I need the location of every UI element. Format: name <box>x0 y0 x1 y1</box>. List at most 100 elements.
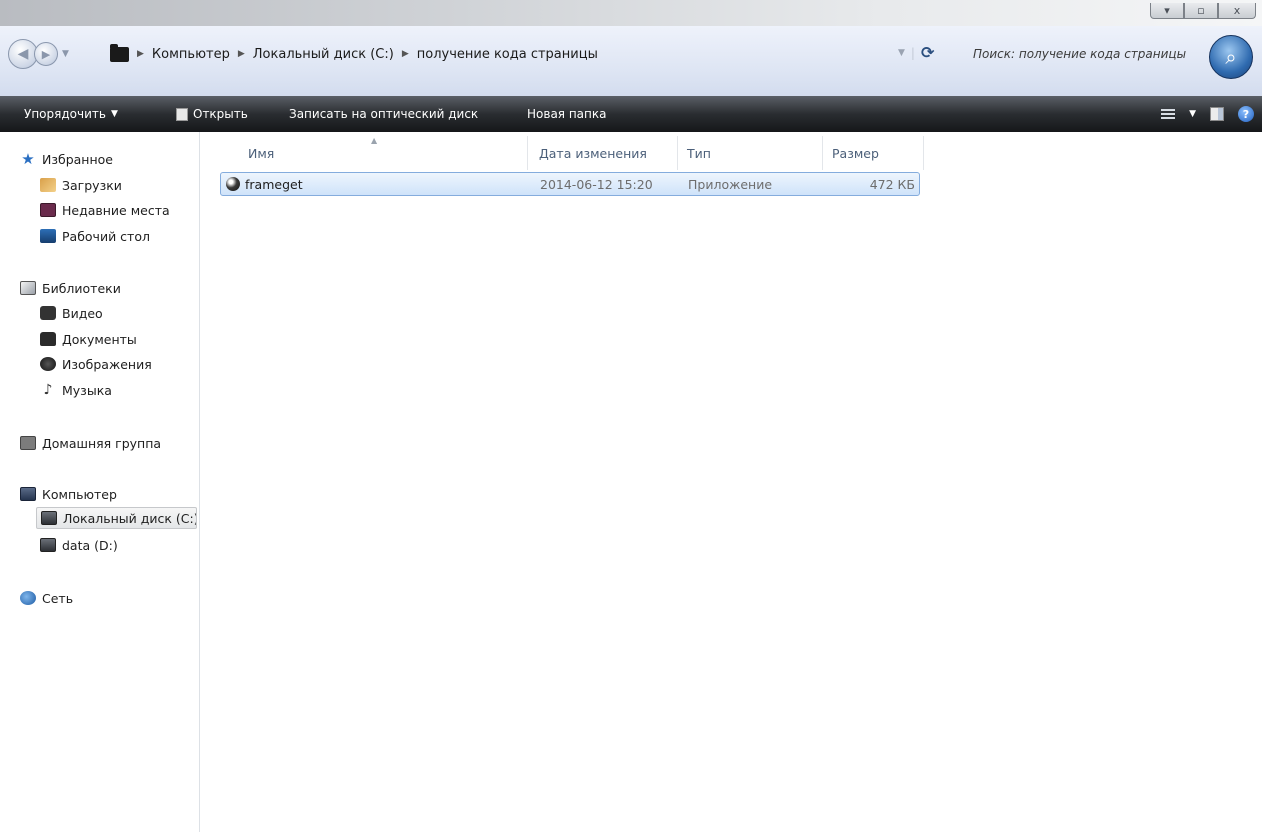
nav-music[interactable]: ♪ Музыка <box>40 379 112 401</box>
column-size-label: Размер <box>832 145 879 161</box>
file-type: Приложение <box>688 176 773 192</box>
breadcrumb-disk-c[interactable]: Локальный диск (C:) <box>253 47 394 62</box>
breadcrumb: ▶ Компьютер ▶ Локальный диск (C:) ▶ полу… <box>110 41 890 67</box>
file-size: 472 КБ <box>869 176 915 192</box>
nav-favorites[interactable]: ★ Избранное <box>20 148 113 170</box>
nav-desktop[interactable]: Рабочий стол <box>40 225 150 247</box>
nav-downloads[interactable]: Загрузки <box>40 174 122 196</box>
column-header-type[interactable]: Тип <box>680 136 823 170</box>
star-icon: ★ <box>21 150 35 168</box>
disk-icon <box>40 538 56 552</box>
file-name: frameget <box>245 176 303 192</box>
column-header-name[interactable]: Имя <box>241 136 528 170</box>
navigation-buttons: ◀ ▶ ▼ <box>8 39 69 69</box>
forward-arrow-icon: ▶ <box>41 47 51 61</box>
nav-video[interactable]: Видео <box>40 302 103 324</box>
views-icon[interactable] <box>1161 109 1176 119</box>
nav-libraries-label: Библиотеки <box>42 280 121 296</box>
nav-disk-d[interactable]: data (D:) <box>40 534 118 556</box>
window-controls: ▾ ▫ x <box>1150 3 1256 19</box>
maximize-button[interactable]: ▫ <box>1184 3 1218 19</box>
title-bar: ▾ ▫ x <box>0 0 1262 26</box>
nav-disk-d-label: data (D:) <box>62 537 118 553</box>
nav-recent[interactable]: Недавние места <box>40 199 170 221</box>
toolbar-right: ▼ ? <box>1161 96 1254 132</box>
address-history-dropdown[interactable]: ▼ <box>898 48 905 58</box>
nav-documents-label: Документы <box>62 331 137 347</box>
breadcrumb-current-folder[interactable]: получение кода страницы <box>417 47 598 62</box>
recent-places-icon <box>40 203 56 217</box>
homegroup-icon <box>20 436 36 450</box>
navigation-pane: ★ Избранное Загрузки Недавние места Рабо… <box>0 132 200 832</box>
nav-disk-c-label: Локальный диск (C:) <box>63 510 197 526</box>
file-list: ▲ Имя Дата изменения Тип Размер frameget… <box>201 132 1262 832</box>
forward-button[interactable]: ▶ <box>34 42 58 66</box>
column-header-date[interactable]: Дата изменения <box>532 136 678 170</box>
documents-icon <box>40 332 56 346</box>
nav-pictures-label: Изображения <box>62 356 152 372</box>
libraries-icon <box>20 281 36 295</box>
nav-disk-c[interactable]: Локальный диск (C:) <box>36 507 197 529</box>
burn-button[interactable]: Записать на оптический диск <box>289 96 478 132</box>
close-icon: x <box>1233 4 1241 17</box>
breadcrumb-separator-icon[interactable]: ▶ <box>402 49 409 59</box>
chevron-down-icon: ▼ <box>110 109 118 119</box>
downloads-icon <box>40 178 56 192</box>
maximize-icon: ▫ <box>1197 4 1205 17</box>
new-folder-button[interactable]: Новая папка <box>527 96 606 132</box>
network-icon <box>20 591 36 605</box>
nav-homegroup-label: Домашняя группа <box>42 435 162 451</box>
new-folder-label: Новая папка <box>527 107 607 121</box>
help-icon[interactable]: ? <box>1238 106 1254 122</box>
application-icon <box>226 177 240 191</box>
nav-pictures[interactable]: Изображения <box>40 353 152 375</box>
refresh-icon[interactable]: ⟳ <box>921 43 934 62</box>
file-row[interactable]: frameget 2014-06-12 15:20 Приложение 472… <box>220 172 920 196</box>
nav-documents[interactable]: Документы <box>40 328 137 350</box>
minimize-button[interactable]: ▾ <box>1150 3 1184 19</box>
breadcrumb-computer[interactable]: Компьютер <box>152 47 230 62</box>
address-row: ◀ ▶ ▼ ▶ Компьютер ▶ Локальный диск (C:) … <box>0 26 1262 96</box>
column-type-label: Тип <box>687 145 711 161</box>
address-actions: ▼ | ⟳ <box>898 43 934 62</box>
organize-button[interactable]: Упорядочить ▼ <box>24 96 118 132</box>
nav-network[interactable]: Сеть <box>20 587 73 609</box>
nav-downloads-label: Загрузки <box>62 177 122 193</box>
preview-pane-icon[interactable] <box>1210 107 1224 121</box>
search-button[interactable]: ⌕ <box>1209 35 1253 79</box>
breadcrumb-separator-icon[interactable]: ▶ <box>238 49 245 59</box>
close-button[interactable]: x <box>1218 3 1256 19</box>
nav-desktop-label: Рабочий стол <box>62 228 150 244</box>
disk-icon <box>41 511 57 525</box>
recent-pages-dropdown[interactable]: ▼ <box>62 49 69 59</box>
column-header-size[interactable]: Размер <box>825 136 924 170</box>
music-icon: ♪ <box>43 382 53 398</box>
pictures-icon <box>40 357 56 371</box>
video-icon <box>40 306 56 320</box>
breadcrumb-separator-icon[interactable]: ▶ <box>137 49 144 59</box>
nav-music-label: Музыка <box>62 382 112 398</box>
minimize-icon: ▾ <box>1164 4 1170 17</box>
nav-video-label: Видео <box>62 305 103 321</box>
burn-label: Записать на оптический диск <box>289 107 479 121</box>
nav-favorites-label: Избранное <box>42 151 113 167</box>
views-dropdown-icon[interactable]: ▼ <box>1189 109 1196 119</box>
open-icon <box>176 107 188 121</box>
folder-icon[interactable] <box>110 43 129 62</box>
divider: | <box>910 45 915 60</box>
nav-homegroup[interactable]: Домашняя группа <box>20 432 161 454</box>
back-arrow-icon: ◀ <box>17 46 29 62</box>
column-date-label: Дата изменения <box>539 145 647 161</box>
file-name-cell: frameget <box>226 173 303 195</box>
nav-network-label: Сеть <box>42 590 74 606</box>
open-label: Открыть <box>193 107 248 121</box>
search-input[interactable]: Поиск: получение кода страницы <box>963 43 1200 65</box>
nav-libraries[interactable]: Библиотеки <box>20 277 121 299</box>
nav-computer[interactable]: Компьютер <box>20 483 117 505</box>
column-headers: ▲ Имя Дата изменения Тип Размер <box>201 136 925 170</box>
organize-label: Упорядочить <box>24 107 106 121</box>
computer-icon <box>20 487 36 501</box>
column-name-label: Имя <box>248 145 275 161</box>
command-toolbar: Упорядочить ▼ Открыть Записать на оптиче… <box>0 96 1262 132</box>
open-button[interactable]: Открыть <box>176 96 248 132</box>
